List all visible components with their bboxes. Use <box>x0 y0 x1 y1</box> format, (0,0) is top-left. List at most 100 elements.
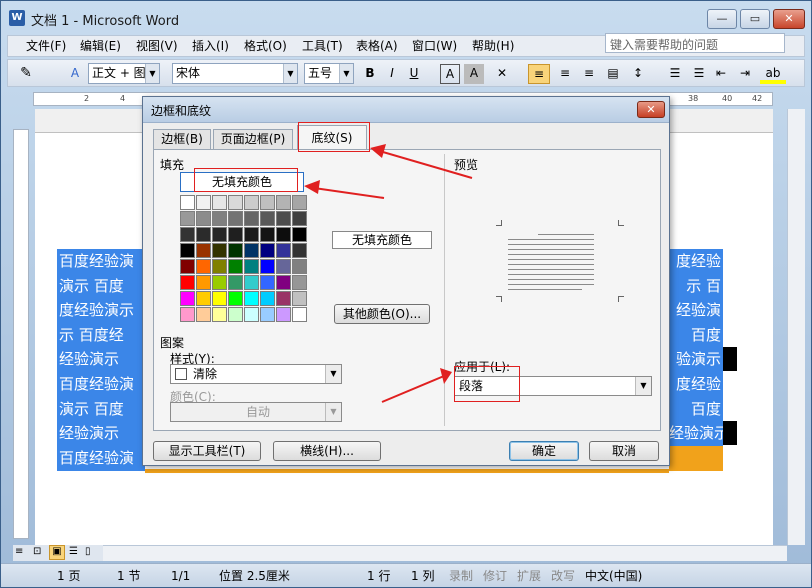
minimize-button[interactable]: — <box>707 9 737 29</box>
color-swatch[interactable] <box>196 307 211 322</box>
more-colors-button[interactable]: 其他颜色(O)... <box>334 304 430 324</box>
color-swatch[interactable] <box>276 291 291 306</box>
web-view-icon[interactable]: ⊡ <box>33 546 41 557</box>
color-swatch[interactable] <box>228 291 243 306</box>
increase-indent-icon[interactable]: ⇥ <box>734 64 756 84</box>
pattern-color-select[interactable]: 自动 ▼ <box>170 402 342 422</box>
horizontal-scrollbar[interactable] <box>35 545 787 561</box>
menu-window[interactable]: 窗口(W) <box>412 38 457 54</box>
color-swatch[interactable] <box>292 195 307 210</box>
color-swatch[interactable] <box>196 195 211 210</box>
menu-tools[interactable]: 工具(T) <box>302 38 343 54</box>
maximize-button[interactable]: ▭ <box>740 9 770 29</box>
chevron-down-icon[interactable]: ▼ <box>325 365 341 383</box>
color-swatch[interactable] <box>244 227 259 242</box>
color-swatch[interactable] <box>260 243 275 258</box>
color-swatch[interactable] <box>180 227 195 242</box>
color-swatch[interactable] <box>212 259 227 274</box>
bold-button[interactable]: B <box>360 64 380 84</box>
color-swatch[interactable] <box>276 259 291 274</box>
chevron-down-icon[interactable]: ▼ <box>635 377 651 395</box>
vertical-scrollbar[interactable] <box>787 109 805 545</box>
color-swatch[interactable] <box>212 211 227 226</box>
color-swatch[interactable] <box>180 259 195 274</box>
style-combo[interactable]: 正文 + 图案 ▼ <box>88 63 160 84</box>
close-button[interactable]: ✕ <box>773 9 805 29</box>
color-swatch[interactable] <box>228 211 243 226</box>
color-swatch[interactable] <box>292 259 307 274</box>
cancel-button[interactable]: 取消 <box>589 441 659 461</box>
color-swatch[interactable] <box>212 195 227 210</box>
color-swatch[interactable] <box>228 243 243 258</box>
color-swatch[interactable] <box>292 243 307 258</box>
color-swatch[interactable] <box>260 259 275 274</box>
menu-help[interactable]: 帮助(H) <box>472 38 514 54</box>
char-scale-icon[interactable]: ✕ <box>490 64 514 84</box>
align-center-icon[interactable]: ≡ <box>554 64 576 84</box>
tab-page-border[interactable]: 页面边框(P) <box>213 129 293 149</box>
color-swatch[interactable] <box>196 227 211 242</box>
color-swatch[interactable] <box>260 211 275 226</box>
menu-view[interactable]: 视图(V) <box>136 38 178 54</box>
color-swatch[interactable] <box>260 227 275 242</box>
color-swatch[interactable] <box>292 291 307 306</box>
color-swatch[interactable] <box>244 307 259 322</box>
color-swatch[interactable] <box>260 195 275 210</box>
horizontal-line-button[interactable]: 横线(H)... <box>273 441 381 461</box>
brush-icon[interactable]: ✎ <box>16 64 36 84</box>
color-swatch[interactable] <box>276 211 291 226</box>
color-swatch[interactable] <box>244 211 259 226</box>
color-swatch[interactable] <box>180 243 195 258</box>
char-border-button[interactable]: A <box>440 64 460 84</box>
font-combo[interactable]: 宋体 ▼ <box>172 63 298 84</box>
color-swatch[interactable] <box>212 307 227 322</box>
vertical-ruler[interactable] <box>13 129 29 539</box>
normal-view-icon[interactable]: ≡ <box>15 546 23 557</box>
size-combo[interactable]: 五号 ▼ <box>304 63 354 84</box>
status-rec[interactable]: 录制 <box>449 568 473 584</box>
distributed-icon[interactable]: ▤ <box>602 64 624 84</box>
color-swatch[interactable] <box>212 291 227 306</box>
color-swatch[interactable] <box>228 275 243 290</box>
color-swatch[interactable] <box>244 291 259 306</box>
view-buttons[interactable]: ≡ ⊡ ▣ ☰ ▯ <box>13 545 103 561</box>
color-swatch[interactable] <box>292 211 307 226</box>
color-swatch[interactable] <box>292 307 307 322</box>
color-swatch[interactable] <box>260 291 275 306</box>
menu-file[interactable]: 文件(F) <box>26 38 66 54</box>
chevron-down-icon[interactable]: ▼ <box>283 64 297 83</box>
color-swatch[interactable] <box>180 275 195 290</box>
status-ovr[interactable]: 改写 <box>551 568 575 584</box>
color-swatch[interactable] <box>260 275 275 290</box>
color-swatch[interactable] <box>276 227 291 242</box>
color-swatch[interactable] <box>292 227 307 242</box>
chevron-down-icon[interactable]: ▼ <box>325 403 341 421</box>
styles-icon[interactable]: A <box>64 64 86 84</box>
bullets-icon[interactable]: ☰ <box>688 64 710 84</box>
line-spacing-icon[interactable]: ↕ <box>626 64 650 84</box>
align-right-icon[interactable]: ≡ <box>578 64 600 84</box>
color-swatch[interactable] <box>276 243 291 258</box>
color-swatch[interactable] <box>180 307 195 322</box>
menu-insert[interactable]: 插入(I) <box>192 38 229 54</box>
color-swatch[interactable] <box>196 275 211 290</box>
color-swatch[interactable] <box>212 227 227 242</box>
tab-borders[interactable]: 边框(B) <box>153 129 211 149</box>
help-search-input[interactable]: 键入需要帮助的问题 <box>605 33 785 53</box>
color-swatch[interactable] <box>196 243 211 258</box>
status-trk[interactable]: 修订 <box>483 568 507 584</box>
color-swatch[interactable] <box>180 211 195 226</box>
chevron-down-icon[interactable]: ▼ <box>339 64 353 83</box>
outline-view-icon[interactable]: ☰ <box>69 546 78 557</box>
chevron-down-icon[interactable]: ▼ <box>145 64 159 83</box>
italic-button[interactable]: I <box>382 64 402 84</box>
decrease-indent-icon[interactable]: ⇤ <box>710 64 732 84</box>
color-swatch[interactable] <box>180 291 195 306</box>
color-swatch[interactable] <box>196 259 211 274</box>
dialog-close-button[interactable]: ✕ <box>637 101 665 118</box>
color-swatch[interactable] <box>228 227 243 242</box>
color-swatch[interactable] <box>244 259 259 274</box>
color-swatch[interactable] <box>244 243 259 258</box>
underline-button[interactable]: U <box>404 64 424 84</box>
color-swatch[interactable] <box>196 211 211 226</box>
